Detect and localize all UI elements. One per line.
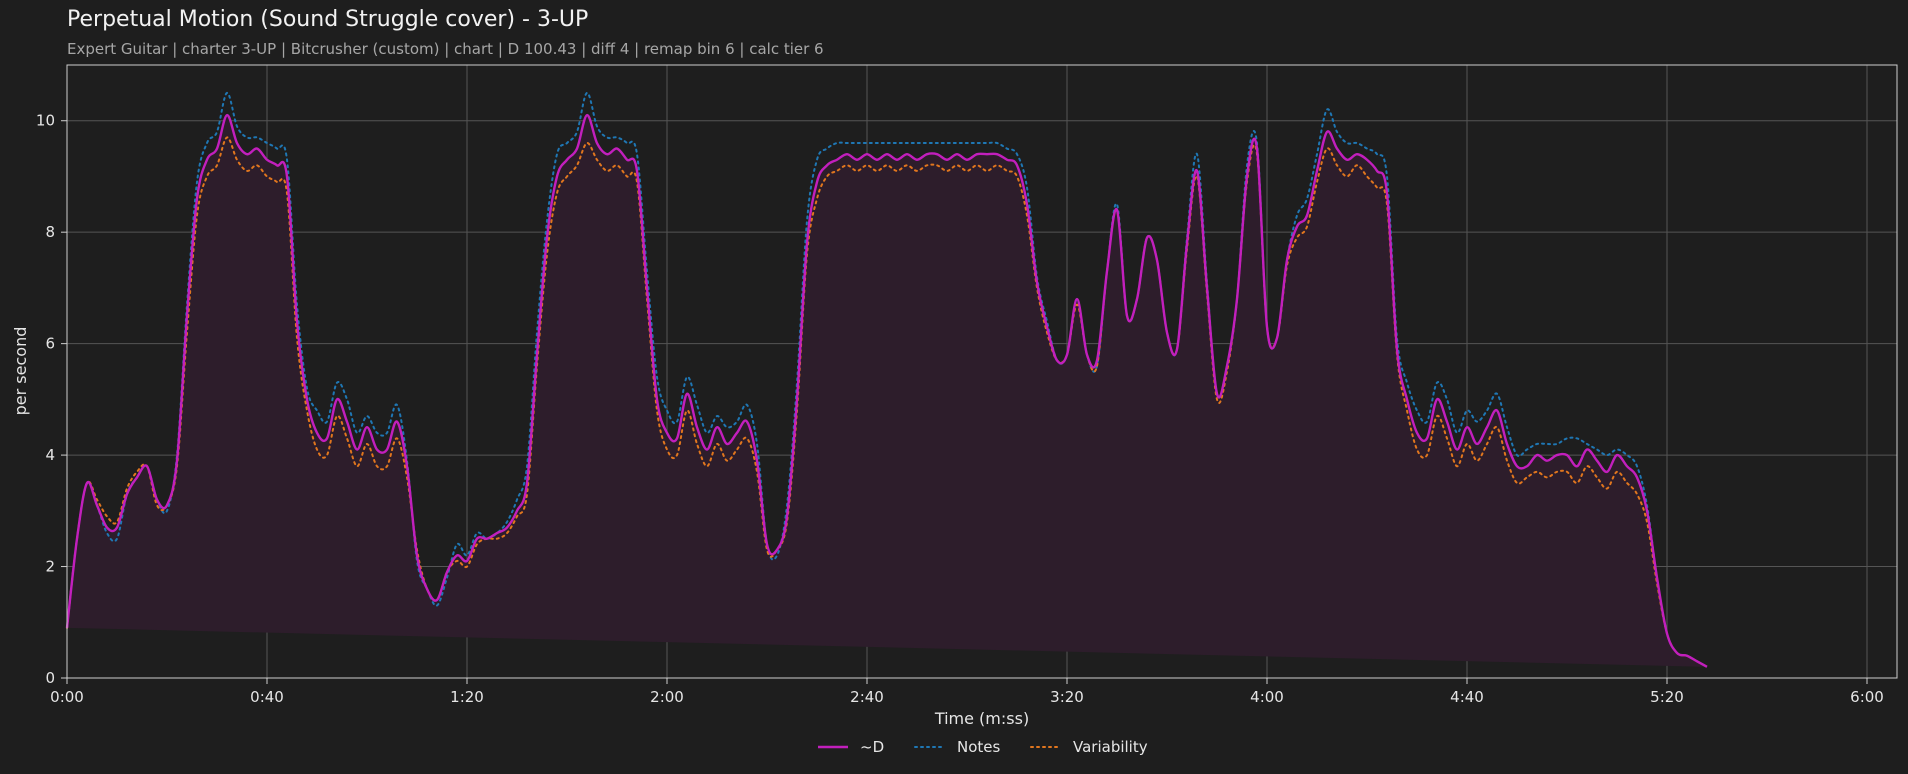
legend-label-notes: Notes	[957, 738, 1001, 756]
y-tick-label: 0	[45, 669, 55, 687]
y-tick-label: 10	[36, 112, 55, 130]
series-area-fill	[67, 115, 1707, 667]
y-tick-label: 4	[45, 446, 55, 464]
x-tick-label: 6:00	[1850, 688, 1884, 706]
legend-label-variability: Variability	[1073, 738, 1148, 756]
x-tick-label: 5:20	[1650, 688, 1684, 706]
y-axis-label: per second	[11, 327, 30, 416]
x-tick-label: 2:40	[850, 688, 884, 706]
x-axis-label: Time (m:ss)	[934, 709, 1029, 728]
x-tick-label: 2:00	[650, 688, 684, 706]
x-tick-label: 4:40	[1450, 688, 1484, 706]
y-tick-label: 6	[45, 335, 55, 353]
x-tick-label: 3:20	[1050, 688, 1084, 706]
x-tick-label: 1:20	[450, 688, 484, 706]
x-tick-label: 0:40	[250, 688, 284, 706]
y-tick-label: 8	[45, 223, 55, 241]
chart-svg: 0:00 0:40 1:20 2:00 2:40 3:20 4:00 4:40 5:20 6:00…	[11, 64, 1898, 756]
x-ticks-group: 0:00 0:40 1:20 2:00 2:40 3:20 4:00 4:40 5:20 6:00	[50, 678, 1884, 706]
area-fill-group	[67, 115, 1707, 667]
x-tick-label: 4:00	[1250, 688, 1284, 706]
y-ticks-group: 0 2 4 6 8 10	[36, 112, 67, 687]
legend-label-d: ~D	[860, 738, 884, 756]
x-tick-label: 0:00	[50, 688, 84, 706]
legend: ~D Notes Variability	[818, 738, 1148, 756]
y-tick-label: 2	[45, 558, 55, 576]
